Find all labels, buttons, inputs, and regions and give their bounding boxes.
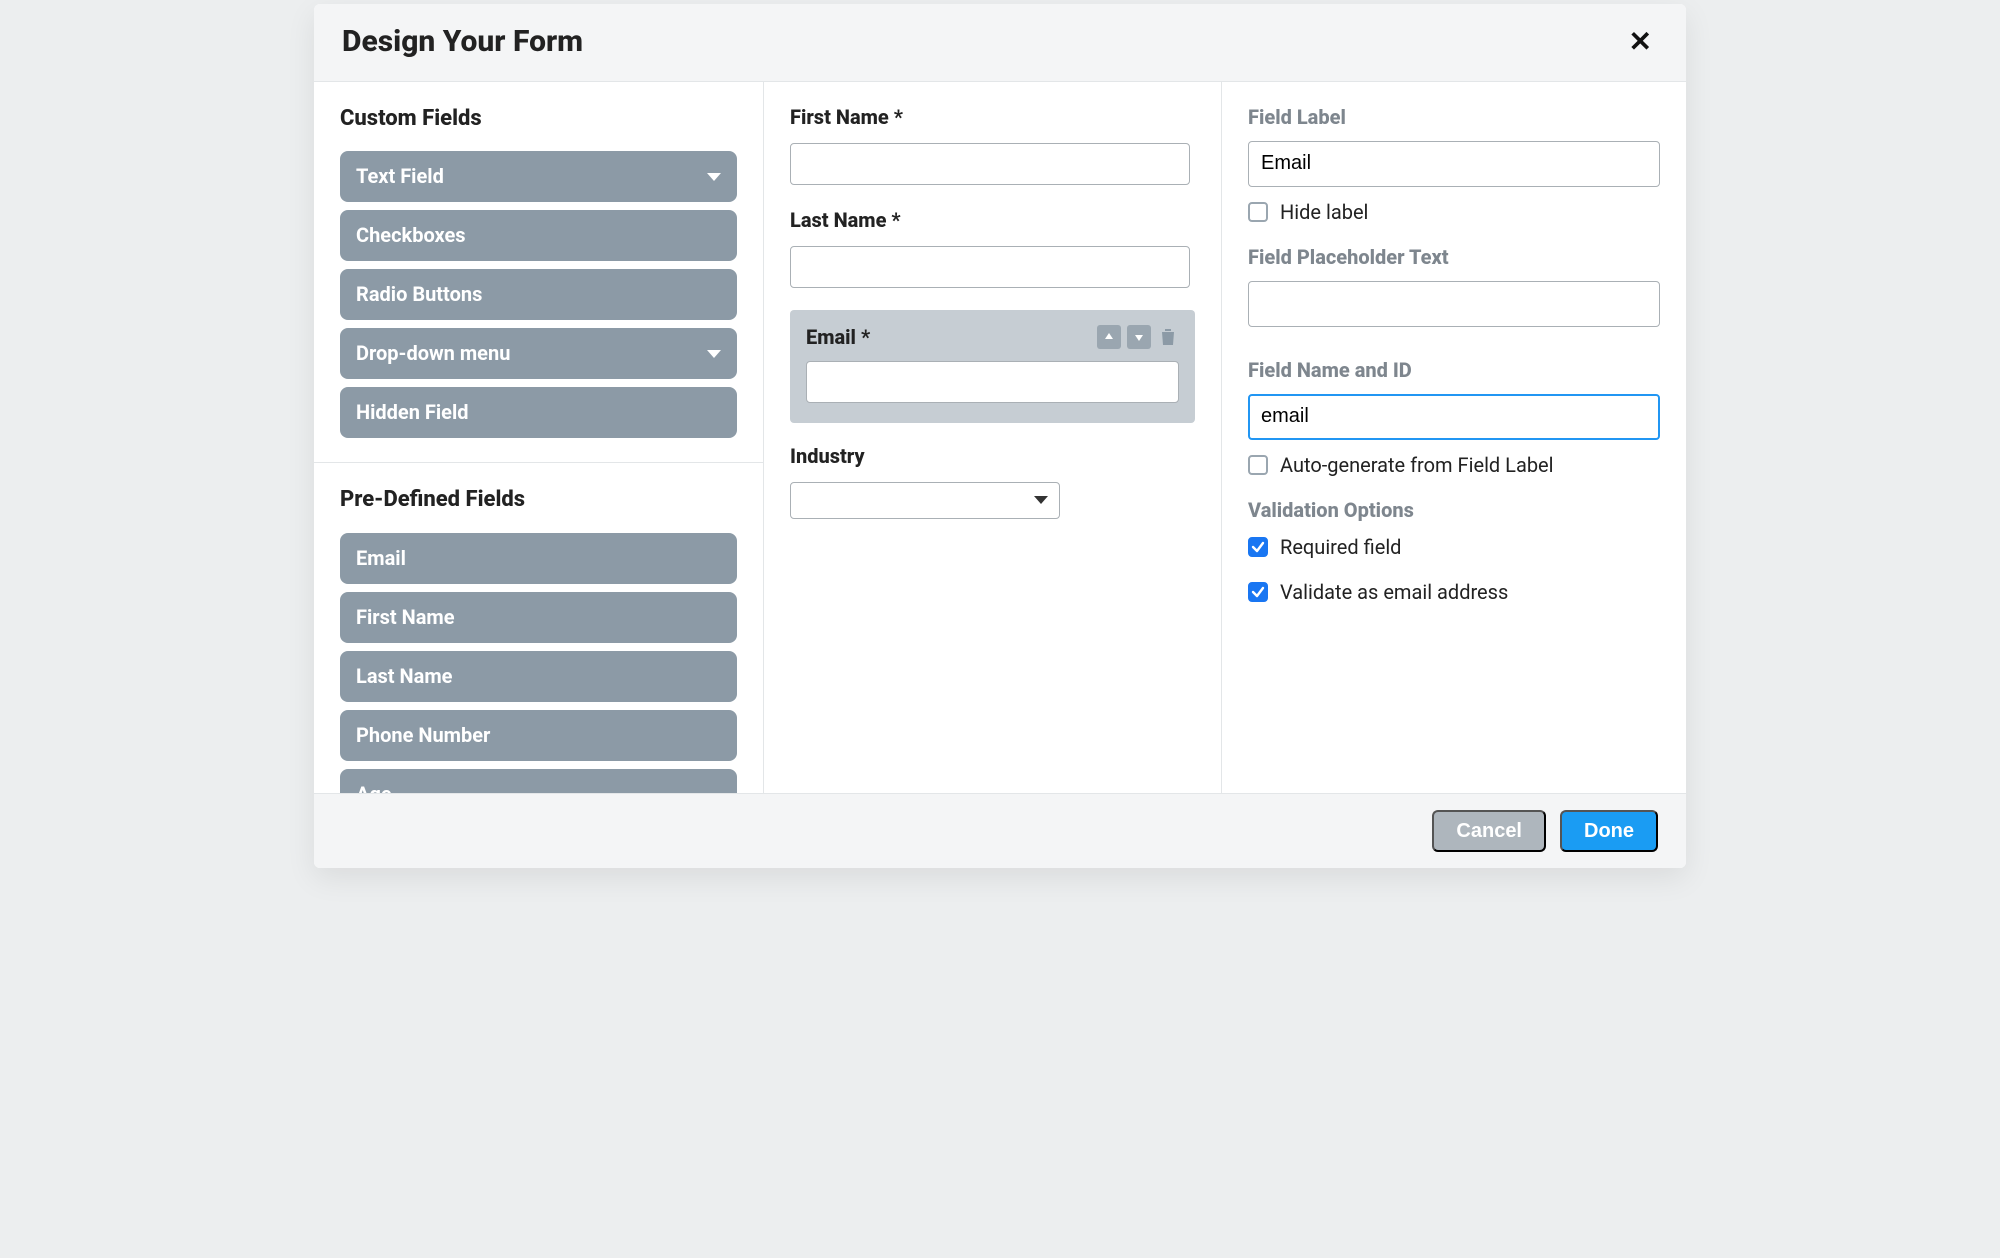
required-field-checkbox[interactable] <box>1248 537 1268 557</box>
placeholder-input[interactable] <box>1248 281 1660 327</box>
predefined-fields-section: Pre-Defined Fields Email First Name Last… <box>314 463 763 793</box>
palette-hidden-field[interactable]: Hidden Field <box>340 387 737 438</box>
validate-email-row[interactable]: Validate as email address <box>1248 579 1660 606</box>
palette-last-name[interactable]: Last Name <box>340 651 737 702</box>
modal-header: Design Your Form ✕ <box>314 4 1686 82</box>
field-label: Last Name * <box>790 207 1195 234</box>
palette-item-label: Checkboxes <box>356 222 466 249</box>
modal-title: Design Your Form <box>342 22 583 63</box>
first-name-input[interactable] <box>790 143 1190 185</box>
chevron-down-icon <box>707 350 721 358</box>
palette-age[interactable]: Age <box>340 769 737 793</box>
field-industry[interactable]: Industry <box>790 443 1195 519</box>
field-email-selected[interactable]: Email * <box>790 310 1195 423</box>
email-input[interactable] <box>806 361 1179 403</box>
validate-email-text: Validate as email address <box>1280 579 1508 606</box>
field-actions <box>1097 325 1179 349</box>
form-designer-modal: Design Your Form ✕ Custom Fields Text Fi… <box>314 4 1686 868</box>
palette-phone-number[interactable]: Phone Number <box>340 710 737 761</box>
cancel-button[interactable]: Cancel <box>1432 810 1546 852</box>
prop-title-placeholder: Field Placeholder Text <box>1248 244 1660 271</box>
field-first-name[interactable]: First Name * <box>790 104 1195 185</box>
chevron-down-icon <box>707 173 721 181</box>
palette-item-label: Hidden Field <box>356 399 469 426</box>
move-down-icon[interactable] <box>1127 325 1151 349</box>
palette-text-field[interactable]: Text Field <box>340 151 737 202</box>
field-label: Industry <box>790 443 1195 470</box>
move-up-icon[interactable] <box>1097 325 1121 349</box>
field-label: Email * <box>806 324 870 351</box>
auto-generate-text: Auto-generate from Field Label <box>1280 452 1554 479</box>
palette-dropdown-menu[interactable]: Drop-down menu <box>340 328 737 379</box>
last-name-input[interactable] <box>790 246 1190 288</box>
palette-email[interactable]: Email <box>340 533 737 584</box>
form-canvas: First Name * Last Name * Email * <box>764 82 1222 794</box>
palette-item-label: First Name <box>356 604 455 631</box>
hide-label-checkbox[interactable] <box>1248 202 1268 222</box>
custom-fields-section: Custom Fields Text Field Checkboxes Radi… <box>314 82 763 457</box>
predefined-fields-title: Pre-Defined Fields <box>340 485 737 515</box>
field-label: First Name * <box>790 104 1195 131</box>
selected-field-header: Email * <box>806 324 1179 351</box>
done-button[interactable]: Done <box>1560 810 1658 852</box>
palette-item-label: Text Field <box>356 163 444 190</box>
required-field-text: Required field <box>1280 534 1401 561</box>
field-name-id-input[interactable] <box>1248 394 1660 440</box>
hide-label-row[interactable]: Hide label <box>1248 199 1660 226</box>
field-properties: Field Label Hide label Field Placeholder… <box>1222 82 1686 794</box>
modal-footer: Cancel Done <box>314 793 1686 868</box>
palette-item-label: Radio Buttons <box>356 281 482 308</box>
prop-title-field-label: Field Label <box>1248 104 1660 131</box>
prop-title-validation: Validation Options <box>1248 497 1660 524</box>
hide-label-text: Hide label <box>1280 199 1368 226</box>
industry-select[interactable] <box>790 482 1060 519</box>
validate-email-checkbox[interactable] <box>1248 582 1268 602</box>
palette-item-label: Email <box>356 545 406 572</box>
field-last-name[interactable]: Last Name * <box>790 207 1195 288</box>
close-icon[interactable]: ✕ <box>1623 24 1658 60</box>
industry-select-value[interactable] <box>790 482 1060 519</box>
auto-generate-row[interactable]: Auto-generate from Field Label <box>1248 452 1660 479</box>
field-label-input[interactable] <box>1248 141 1660 187</box>
prop-title-name-id: Field Name and ID <box>1248 357 1660 384</box>
modal-body: Custom Fields Text Field Checkboxes Radi… <box>314 82 1686 794</box>
delete-icon[interactable] <box>1157 325 1179 349</box>
palette-checkboxes[interactable]: Checkboxes <box>340 210 737 261</box>
custom-fields-title: Custom Fields <box>340 104 737 134</box>
auto-generate-checkbox[interactable] <box>1248 455 1268 475</box>
required-field-row[interactable]: Required field <box>1248 534 1660 561</box>
palette-first-name[interactable]: First Name <box>340 592 737 643</box>
palette-item-label: Phone Number <box>356 722 490 749</box>
fields-palette: Custom Fields Text Field Checkboxes Radi… <box>314 82 764 794</box>
palette-item-label: Drop-down menu <box>356 340 510 367</box>
palette-item-label: Age <box>356 781 392 793</box>
palette-radio-buttons[interactable]: Radio Buttons <box>340 269 737 320</box>
palette-item-label: Last Name <box>356 663 452 690</box>
